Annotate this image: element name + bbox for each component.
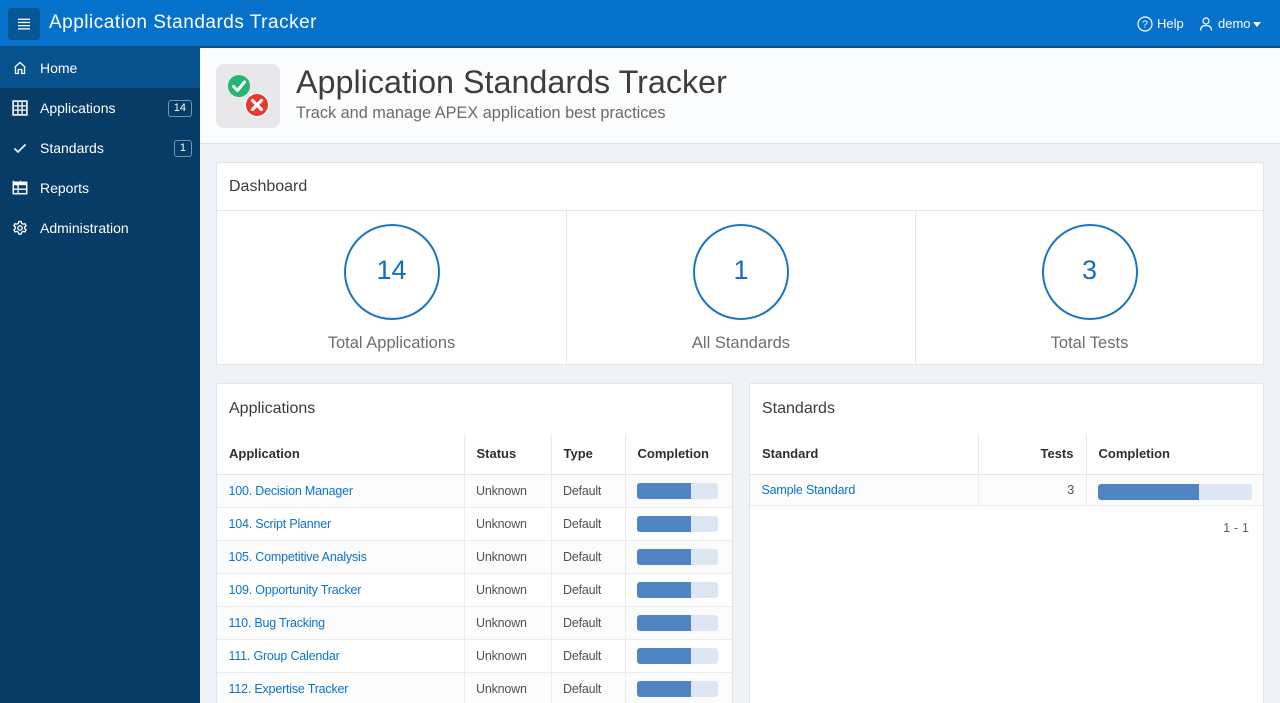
svg-text:?: ? <box>1142 20 1148 31</box>
